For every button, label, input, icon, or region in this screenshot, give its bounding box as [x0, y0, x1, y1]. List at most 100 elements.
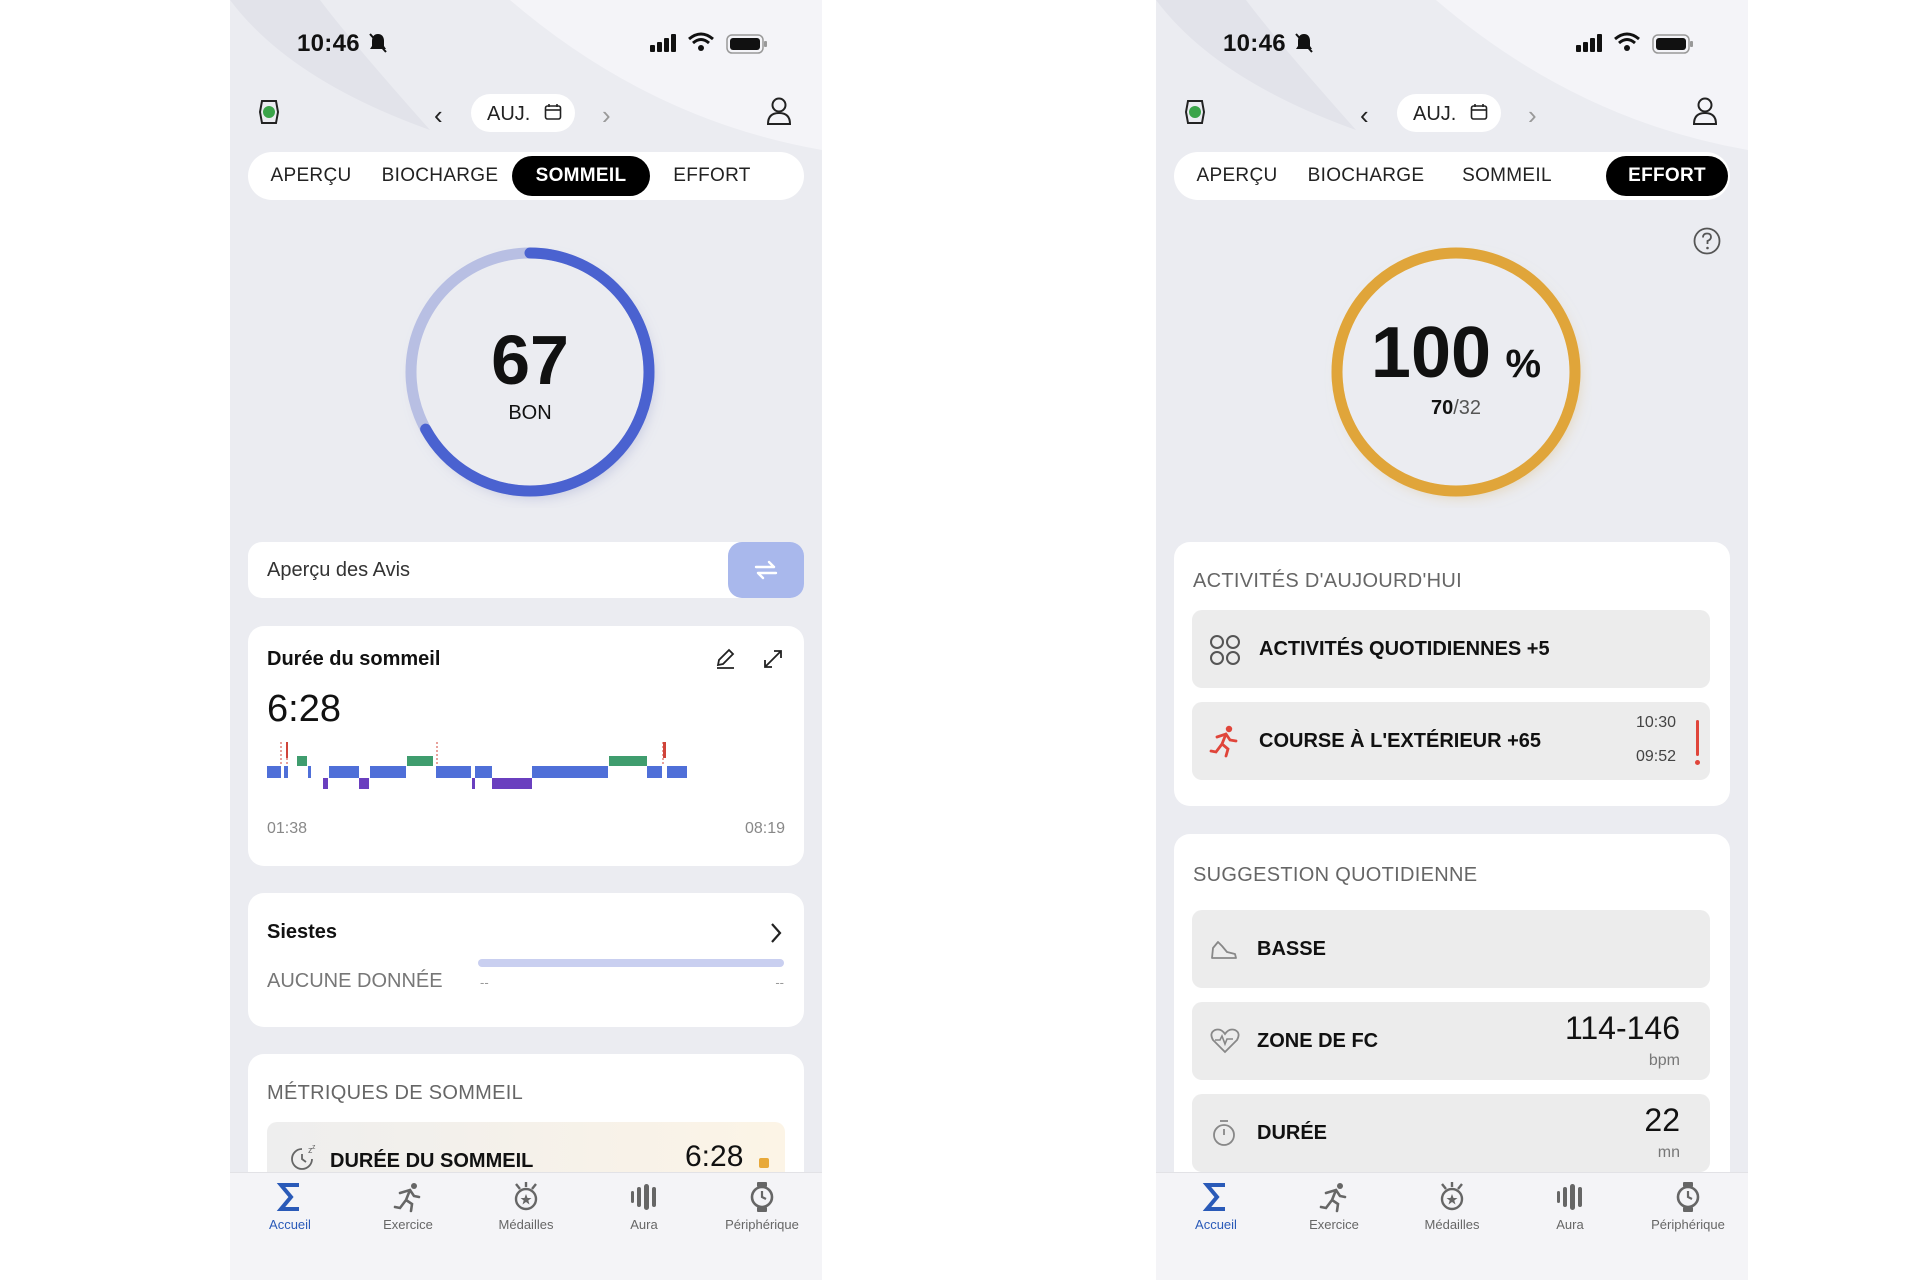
- tab-effort[interactable]: EFFORT: [652, 156, 772, 196]
- shoe-icon: [1211, 941, 1237, 959]
- activity-label: ACTIVITÉS QUOTIDIENNES +5: [1259, 638, 1550, 660]
- previous-day-button[interactable]: ‹: [434, 100, 443, 131]
- sleep-duration-metric-label: DURÉE DU SOMMEIL: [330, 1150, 534, 1172]
- next-day-button[interactable]: ›: [602, 100, 611, 131]
- tab-biocharge[interactable]: BIOCHARGE: [370, 156, 510, 196]
- insights-card[interactable]: Aperçu des Avis: [248, 542, 804, 598]
- sleep-stage-segment: [267, 766, 281, 778]
- battery-icon: [1652, 34, 1693, 54]
- sleep-end-time: 08:19: [744, 820, 785, 837]
- nav-label: Médailles: [498, 1217, 554, 1232]
- hr-zone-unit: bpm: [1648, 1052, 1680, 1069]
- sleep-screen: 10:46 ‹ AUJ. › APERÇU BIOCHARGE SOMMEIL …: [230, 0, 822, 1280]
- stopwatch-icon: [1213, 1120, 1235, 1146]
- naps-timeline-bar: [478, 959, 784, 967]
- nav-exercice[interactable]: Exercice: [358, 1181, 458, 1232]
- tab-bar: APERÇU BIOCHARGE SOMMEIL EFFORT: [248, 152, 804, 200]
- nav-label: Exercice: [383, 1217, 433, 1232]
- suggestion-row-intensity[interactable]: BASSE: [1192, 910, 1710, 988]
- duration-value: 22: [1644, 1102, 1680, 1138]
- tab-biocharge[interactable]: BIOCHARGE: [1296, 156, 1436, 196]
- suggestion-label: BASSE: [1257, 938, 1326, 960]
- effort-score-display: 100 %: [1322, 312, 1590, 394]
- aura-icon: [631, 1184, 656, 1210]
- sleep-stage-segment: [359, 778, 369, 789]
- effort-subscore-rest: /32: [1453, 397, 1482, 419]
- nav-aura[interactable]: Aura: [594, 1181, 694, 1232]
- nav-peripherique[interactable]: Périphérique: [712, 1181, 812, 1232]
- activity-row-daily[interactable]: ACTIVITÉS QUOTIDIENNES +5: [1192, 610, 1710, 688]
- suggestion-row-hr-zone[interactable]: ZONE DE FC 114-146 bpm: [1192, 1002, 1710, 1080]
- bell-muted-icon: [369, 33, 387, 53]
- activity-row-running[interactable]: COURSE À L'EXTÉRIEUR +65 10:30 09:52: [1192, 702, 1710, 780]
- naps-end-dash: --: [775, 975, 784, 990]
- duration-unit: mn: [1657, 1144, 1680, 1161]
- sleep-stage-segment: [284, 766, 288, 778]
- watch-icon: [1676, 1182, 1700, 1212]
- status-time: 10:46: [1223, 30, 1286, 57]
- swap-icon: [754, 560, 778, 580]
- nav-label: Périphérique: [1651, 1217, 1725, 1232]
- insights-toggle-button[interactable]: [728, 542, 804, 598]
- sleep-duration-value: 6:28: [267, 688, 341, 730]
- sleep-duration-title: Durée du sommeil: [267, 648, 441, 670]
- naps-title: Siestes: [267, 921, 338, 943]
- runner-icon: [393, 1183, 421, 1213]
- sleep-stage-segment: [609, 756, 647, 766]
- tab-apercu[interactable]: APERÇU: [1180, 156, 1294, 196]
- date-label: AUJ.: [1413, 103, 1457, 125]
- sleep-stage-segment: [647, 766, 662, 778]
- tab-apercu[interactable]: APERÇU: [254, 156, 368, 196]
- sleep-stage-segment: [436, 766, 471, 778]
- sleep-duration-card[interactable]: Durée du sommeil 6:28 01:38 08:19: [248, 626, 804, 866]
- previous-day-button[interactable]: ‹: [1360, 100, 1369, 131]
- naps-empty-label: AUCUNE DONNÉE: [267, 970, 443, 992]
- chevron-right-icon[interactable]: [768, 921, 784, 945]
- today-activities-card: ACTIVITÉS D'AUJOURD'HUI ACTIVITÉS QUOTID…: [1174, 542, 1730, 806]
- expand-icon[interactable]: [762, 648, 784, 670]
- sleep-stage-segment: [370, 766, 406, 778]
- suggestion-label: DURÉE: [1257, 1122, 1328, 1144]
- nav-medailles[interactable]: Médailles: [476, 1181, 576, 1232]
- nav-peripherique[interactable]: Périphérique: [1638, 1181, 1738, 1232]
- nav-accueil[interactable]: Accueil: [1166, 1181, 1266, 1232]
- activity-intensity-bar: [1696, 720, 1699, 756]
- sleep-start-time: 01:38: [267, 820, 308, 837]
- sleep-stage-segment: [407, 756, 433, 766]
- tab-sommeil[interactable]: SOMMEIL: [512, 156, 650, 196]
- activity-time-start: 10:30: [1636, 714, 1677, 731]
- sigma-icon: [276, 1183, 299, 1211]
- nav-label: Périphérique: [725, 1217, 799, 1232]
- profile-icon[interactable]: [1692, 96, 1718, 126]
- effort-screen: 10:46 ‹ AUJ. › APERÇU BIOCHARGE SOMMEIL …: [1156, 0, 1748, 1280]
- bottom-navigation: Accueil Exercice Médailles Aura Périphér…: [1156, 1172, 1748, 1280]
- suggestion-title: SUGGESTION QUOTIDIENNE: [1193, 864, 1478, 886]
- activity-intensity-dot: [1695, 760, 1700, 765]
- date-selector[interactable]: AUJ.: [1397, 94, 1501, 132]
- help-icon[interactable]: [1692, 226, 1722, 256]
- tab-effort[interactable]: EFFORT: [1606, 156, 1728, 196]
- insights-label: Aperçu des Avis: [267, 559, 411, 581]
- nav-accueil[interactable]: Accueil: [240, 1181, 340, 1232]
- cellular-signal-icon: [1576, 34, 1602, 52]
- watch-device-icon[interactable]: [258, 98, 280, 126]
- naps-card[interactable]: Siestes AUCUNE DONNÉE -- --: [248, 893, 804, 1027]
- nav-exercice[interactable]: Exercice: [1284, 1181, 1384, 1232]
- suggestion-row-duration[interactable]: DURÉE 22 mn: [1192, 1094, 1710, 1172]
- tab-sommeil[interactable]: SOMMEIL: [1438, 156, 1576, 196]
- nav-medailles[interactable]: Médailles: [1402, 1181, 1502, 1232]
- bell-muted-icon: [1295, 33, 1313, 53]
- edit-icon[interactable]: [714, 648, 736, 670]
- nav-label: Exercice: [1309, 1217, 1359, 1232]
- sleep-stage-segment: [532, 766, 608, 778]
- date-selector[interactable]: AUJ.: [471, 94, 575, 132]
- watch-device-icon[interactable]: [1184, 98, 1206, 126]
- tab-bar: APERÇU BIOCHARGE SOMMEIL EFFORT: [1174, 152, 1730, 200]
- effort-score-unit: %: [1505, 342, 1542, 386]
- nav-aura[interactable]: Aura: [1520, 1181, 1620, 1232]
- nav-label: Aura: [630, 1217, 658, 1232]
- sigma-icon: [1202, 1183, 1225, 1211]
- next-day-button[interactable]: ›: [1528, 100, 1537, 131]
- sleep-hypnogram: [267, 742, 687, 789]
- profile-icon[interactable]: [766, 96, 792, 126]
